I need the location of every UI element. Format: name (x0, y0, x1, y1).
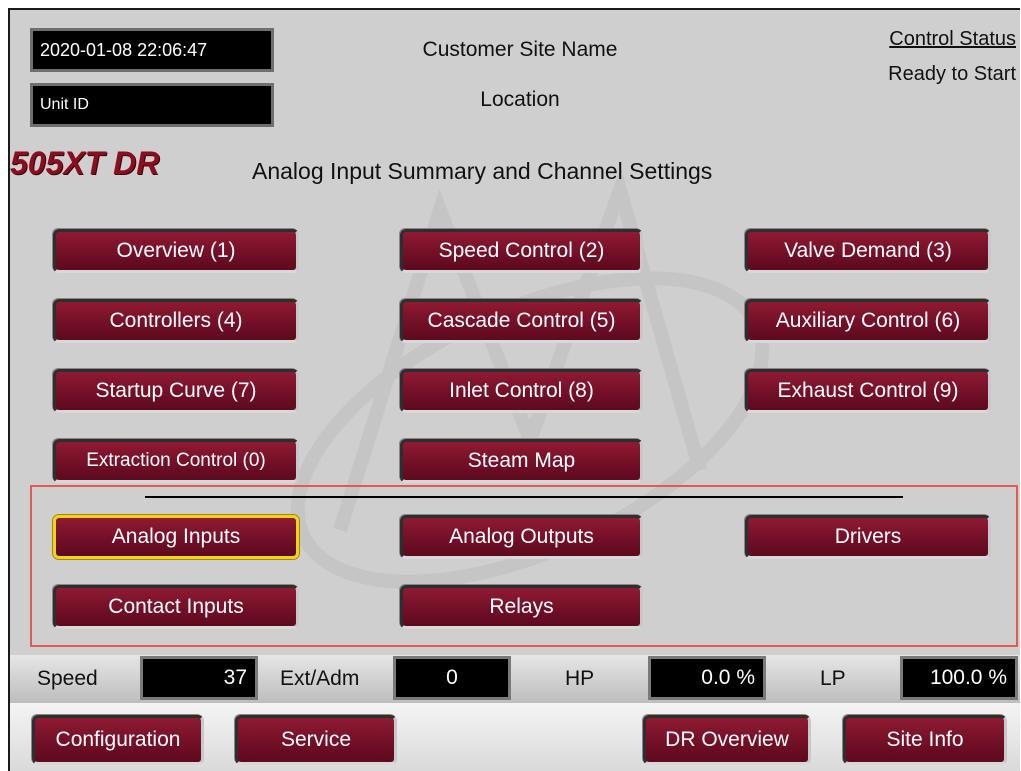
auxiliary-control-button[interactable]: Auxiliary Control (6) (745, 299, 991, 343)
dr-overview-button[interactable]: DR Overview (643, 715, 811, 765)
steam-map-button[interactable]: Steam Map (400, 439, 643, 483)
datetime-display: 2020-01-08 22:06:47 (30, 28, 274, 72)
ext-adm-label: Ext/Adm (280, 667, 360, 690)
analog-outputs-button[interactable]: Analog Outputs (400, 515, 643, 559)
relays-button[interactable]: Relays (400, 585, 643, 629)
speed-readout: 37 (140, 656, 258, 700)
analog-inputs-button[interactable]: Analog Inputs (53, 515, 299, 559)
page-title: Analog Input Summary and Channel Setting… (252, 158, 713, 184)
control-status-link[interactable]: Control Status (830, 28, 1016, 51)
configuration-button[interactable]: Configuration (32, 715, 204, 765)
unit-id-display: Unit ID (30, 83, 274, 127)
logo-505xt-dr: 505XT DR (10, 145, 160, 181)
exhaust-control-button[interactable]: Exhaust Control (9) (745, 369, 991, 413)
valve-demand-button[interactable]: Valve Demand (3) (745, 229, 991, 273)
control-status-value: Ready to Start (888, 63, 1016, 85)
hp-readout: 0.0 % (648, 656, 766, 700)
speed-control-button[interactable]: Speed Control (2) (400, 229, 643, 273)
section-divider (145, 496, 903, 498)
hmi-screen: 2020-01-08 22:06:47 Unit ID Customer Sit… (8, 8, 1020, 771)
site-info-button[interactable]: Site Info (843, 715, 1007, 765)
lp-readout: 100.0 % (900, 656, 1018, 700)
controllers-button[interactable]: Controllers (4) (53, 299, 299, 343)
cascade-control-button[interactable]: Cascade Control (5) (400, 299, 643, 343)
hp-label: HP (565, 667, 595, 690)
extraction-control-button[interactable]: Extraction Control (0) (53, 439, 299, 483)
site-name: Customer Site Name (422, 38, 618, 61)
lp-label: LP (820, 667, 846, 690)
location: Location (480, 88, 560, 111)
speed-label: Speed (37, 667, 98, 690)
startup-curve-button[interactable]: Startup Curve (7) (53, 369, 299, 413)
contact-inputs-button[interactable]: Contact Inputs (53, 585, 299, 629)
inlet-control-button[interactable]: Inlet Control (8) (400, 369, 643, 413)
overview-button[interactable]: Overview (1) (53, 229, 299, 273)
ext-adm-readout: 0 (393, 656, 511, 700)
service-button[interactable]: Service (235, 715, 397, 765)
drivers-button[interactable]: Drivers (745, 515, 991, 559)
